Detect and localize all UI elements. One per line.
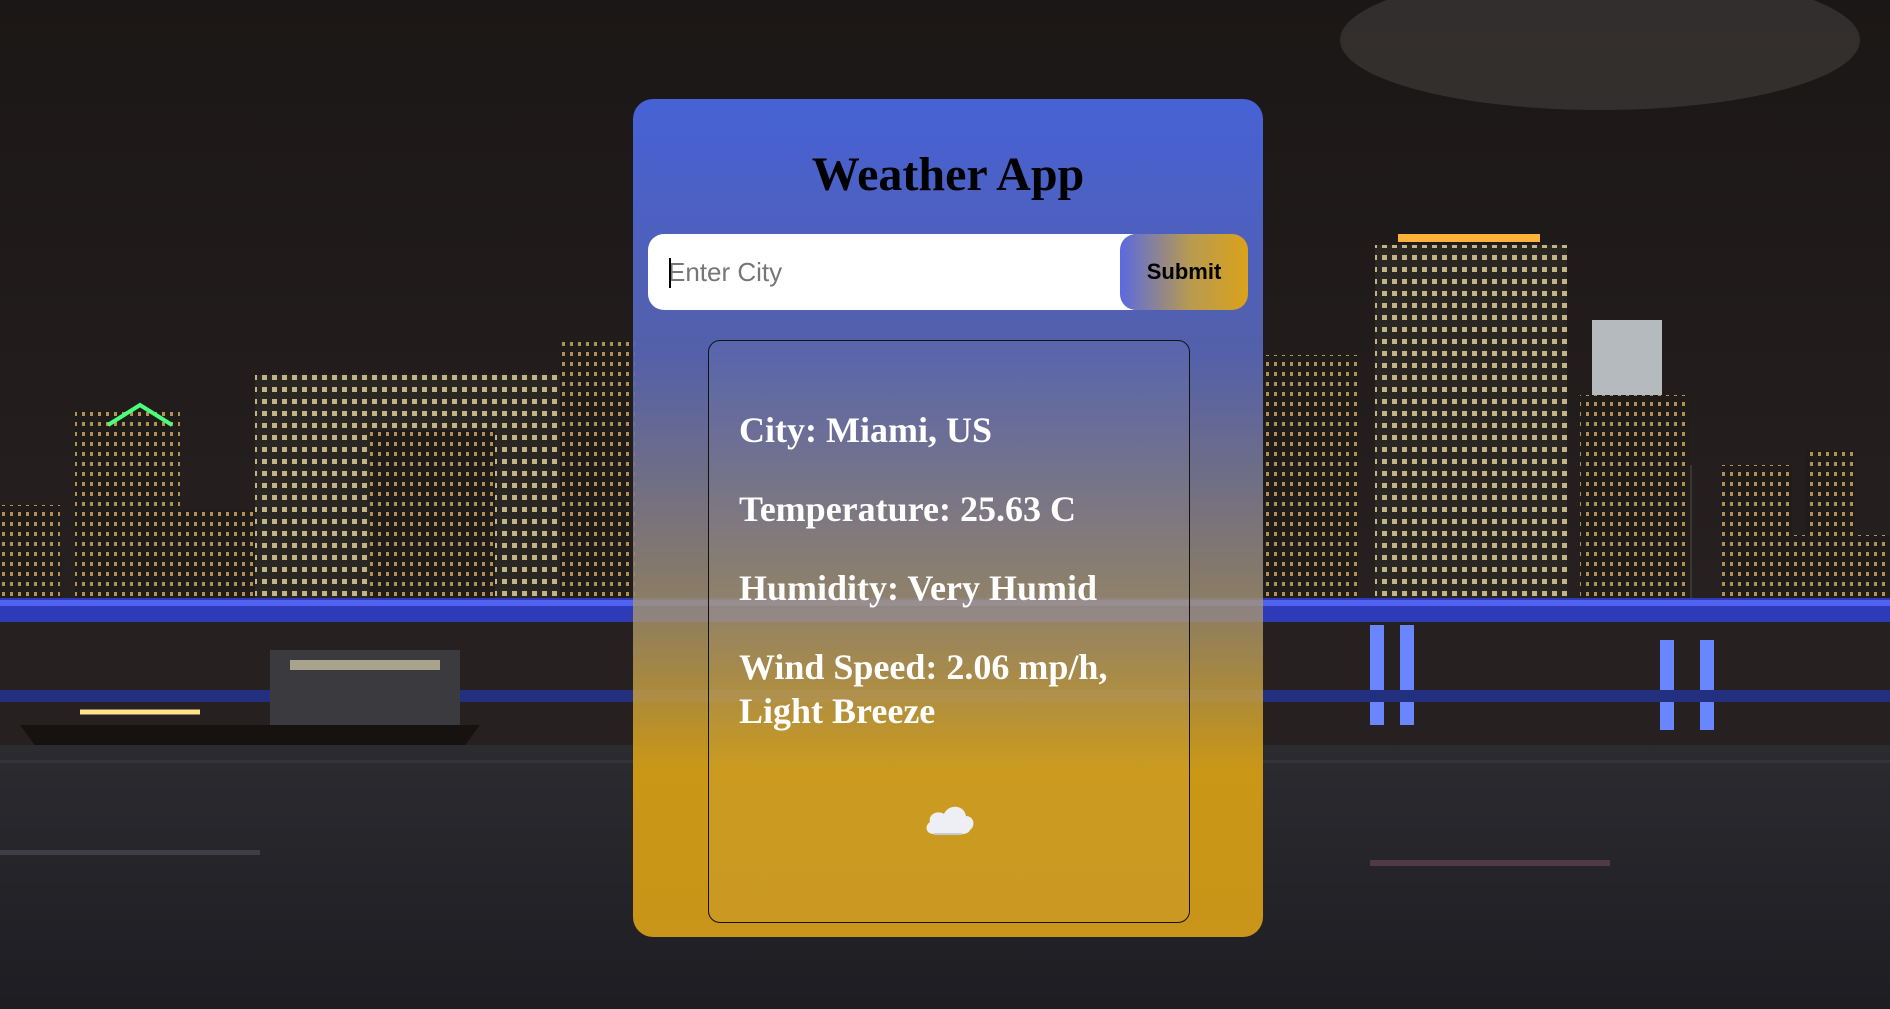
cloud-icon [926, 806, 974, 835]
search-form: Submit [648, 234, 1248, 310]
weather-card: Weather App Submit City: Miami, US Tempe… [633, 99, 1263, 937]
city-input[interactable] [648, 234, 1134, 310]
text-caret [669, 258, 671, 288]
weather-result-panel: City: Miami, US Temperature: 25.63 C Hum… [708, 340, 1190, 923]
city-text: City: Miami, US [739, 410, 992, 450]
wind-speed-text: Wind Speed: 2.06 mp/h, Light Breeze [739, 647, 1108, 731]
submit-button[interactable]: Submit [1120, 234, 1248, 310]
app-title: Weather App [811, 148, 1085, 201]
humidity-text: Humidity: Very Humid [739, 568, 1098, 608]
temperature-text: Temperature: 25.63 C [739, 489, 1076, 529]
